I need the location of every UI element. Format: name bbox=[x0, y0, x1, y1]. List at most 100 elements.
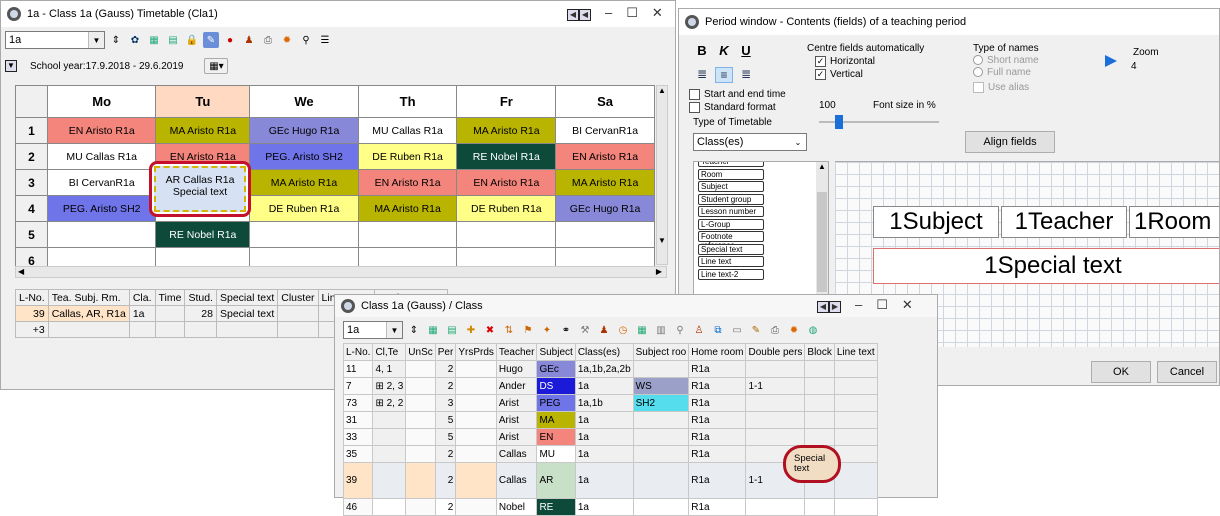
table-cell[interactable]: ⊞ 2, 2 bbox=[372, 394, 407, 412]
lesson-cell[interactable] bbox=[456, 221, 557, 248]
people-icon[interactable]: ♟ bbox=[596, 322, 612, 338]
table-cell[interactable]: R1a bbox=[688, 360, 747, 378]
settings-icon[interactable]: ✹ bbox=[279, 32, 295, 48]
table-cell[interactable]: 2 bbox=[434, 377, 457, 395]
column-header[interactable]: Line text bbox=[833, 343, 878, 361]
use-alias-checkbox[interactable]: Use alias bbox=[973, 82, 1039, 93]
lesson-cell[interactable]: EN Aristo R1a bbox=[555, 143, 655, 170]
full-name-radio[interactable]: Full name bbox=[973, 67, 1039, 78]
field-list-item[interactable]: Student group bbox=[698, 193, 764, 205]
column-header[interactable]: UnSc bbox=[405, 343, 436, 361]
table-cell[interactable]: 73 bbox=[342, 394, 374, 412]
new-icon[interactable]: ✚ bbox=[463, 322, 479, 338]
field-list-item[interactable]: Lesson number bbox=[698, 206, 764, 217]
table-cell[interactable]: SH2 bbox=[632, 394, 690, 412]
people-icon[interactable]: ♟ bbox=[241, 32, 257, 48]
table-cell[interactable] bbox=[632, 445, 690, 463]
minimize-button[interactable]: – bbox=[855, 297, 862, 313]
column-header[interactable]: L-No. bbox=[342, 343, 374, 361]
table-cell[interactable] bbox=[455, 428, 497, 446]
lesson-cell[interactable]: MA Aristo R1a bbox=[555, 169, 655, 196]
table-cell[interactable] bbox=[745, 498, 806, 516]
screen-icon[interactable]: ▭ bbox=[729, 322, 745, 338]
tools-icon[interactable]: ⚒ bbox=[577, 322, 593, 338]
preview-room-field[interactable]: 1Room bbox=[1129, 206, 1219, 238]
field-list-item[interactable]: Room bbox=[698, 168, 764, 180]
table-cell[interactable]: 1a bbox=[574, 445, 634, 463]
delete-icon[interactable]: ✖ bbox=[482, 322, 498, 338]
table-cell[interactable] bbox=[833, 462, 878, 499]
table-cell[interactable] bbox=[405, 445, 436, 463]
table-cell[interactable] bbox=[455, 445, 497, 463]
table-cell[interactable]: PEG bbox=[536, 394, 576, 412]
table-cell[interactable]: 33 bbox=[342, 428, 374, 446]
align-right-icon[interactable]: ≣ bbox=[737, 67, 755, 83]
table-cell[interactable]: R1a bbox=[688, 462, 747, 499]
lesson-cell[interactable]: MA Aristo R1a bbox=[357, 195, 458, 222]
nav-arrows-icon[interactable]: ◀ ▶ bbox=[817, 297, 841, 313]
table-row[interactable]: 7 ⊞ 2, 3 2 Ander DS 1a WS R1a 1-1 bbox=[342, 377, 878, 395]
column-header[interactable]: Teacher bbox=[495, 343, 538, 361]
column-header[interactable]: Cla. bbox=[128, 289, 156, 306]
maximize-button[interactable]: ☐ bbox=[626, 5, 638, 21]
lesson-cell[interactable]: DE Ruben R1a bbox=[249, 195, 359, 222]
table-cell[interactable] bbox=[372, 498, 407, 516]
align-fields-button[interactable]: Align fields bbox=[965, 131, 1055, 153]
table-cell[interactable]: Arist bbox=[495, 428, 538, 446]
table-cell[interactable] bbox=[455, 498, 497, 516]
table-cell[interactable]: Callas bbox=[495, 462, 538, 499]
column-header[interactable]: Subject bbox=[536, 343, 576, 361]
lesson-cell[interactable]: RE Nobel R1a bbox=[155, 221, 251, 248]
table-cell[interactable] bbox=[405, 411, 436, 429]
table-cell[interactable]: Nobel bbox=[495, 498, 538, 516]
table-cell[interactable] bbox=[632, 462, 690, 499]
vertical-scrollbar[interactable]: ▲ ▼ bbox=[656, 85, 668, 265]
lesson-cell[interactable] bbox=[555, 221, 655, 248]
lesson-cell[interactable]: MA Aristo R1a bbox=[155, 117, 251, 144]
field-list-item[interactable]: Special text bbox=[698, 243, 764, 255]
column-header[interactable]: Stud. bbox=[184, 289, 217, 306]
table-cell[interactable] bbox=[833, 360, 878, 378]
list-menu-icon[interactable]: ☰ bbox=[317, 32, 333, 48]
field-list-item[interactable]: Subject bbox=[698, 181, 764, 192]
table-cell[interactable]: 1-1 bbox=[745, 377, 806, 395]
table-cell[interactable]: 2 bbox=[434, 445, 457, 463]
table-cell[interactable] bbox=[745, 360, 806, 378]
short-name-radio[interactable]: Short name bbox=[973, 55, 1039, 66]
table-cell[interactable] bbox=[372, 411, 407, 429]
lesson-cell[interactable]: EN Aristo R1a bbox=[357, 169, 458, 196]
table-cell[interactable]: 39 bbox=[342, 462, 374, 499]
column-header[interactable]: L-No. bbox=[15, 289, 49, 306]
table-cell[interactable] bbox=[372, 445, 407, 463]
table-cell[interactable]: Callas bbox=[495, 445, 538, 463]
table-cell[interactable] bbox=[833, 428, 878, 446]
column-header[interactable]: Special text bbox=[215, 289, 279, 306]
zoom-slider-thumb[interactable] bbox=[1105, 55, 1117, 67]
close-button[interactable]: ✕ bbox=[902, 297, 913, 313]
table-cell[interactable]: 7 bbox=[342, 377, 374, 395]
wizard-icon[interactable]: ✦ bbox=[539, 322, 555, 338]
grid-icon[interactable]: ▦ bbox=[146, 32, 162, 48]
people-icon[interactable]: ♙ bbox=[691, 322, 707, 338]
marker-icon[interactable]: ● bbox=[222, 32, 238, 48]
table-cell[interactable] bbox=[405, 377, 436, 395]
table-cell[interactable] bbox=[804, 394, 835, 412]
print-icon[interactable]: ⎙ bbox=[767, 322, 783, 338]
table-cell[interactable]: 1a bbox=[574, 498, 634, 516]
table-cell[interactable]: EN bbox=[536, 428, 576, 446]
table-cell[interactable]: 5 bbox=[434, 428, 457, 446]
table-cell[interactable] bbox=[455, 394, 497, 412]
copy-icon[interactable]: ⧉ bbox=[710, 322, 726, 338]
table-cell[interactable] bbox=[745, 411, 806, 429]
standard-format-checkbox[interactable]: Standard format bbox=[689, 102, 786, 113]
table-cell[interactable] bbox=[455, 360, 497, 378]
sort-icon[interactable]: ⇅ bbox=[501, 322, 517, 338]
horizontal-scrollbar[interactable]: ◀ ▶ bbox=[15, 266, 667, 278]
vertical-checkbox[interactable]: ✓ Vertical bbox=[815, 69, 924, 80]
table-cell[interactable]: 11 bbox=[342, 360, 374, 378]
minimize-button[interactable]: – bbox=[605, 5, 612, 21]
table-cell[interactable] bbox=[833, 411, 878, 429]
classes-icon[interactable]: ✿ bbox=[127, 32, 143, 48]
table-cell[interactable] bbox=[632, 411, 690, 429]
preview-teacher-field[interactable]: 1Teacher bbox=[1001, 206, 1127, 238]
